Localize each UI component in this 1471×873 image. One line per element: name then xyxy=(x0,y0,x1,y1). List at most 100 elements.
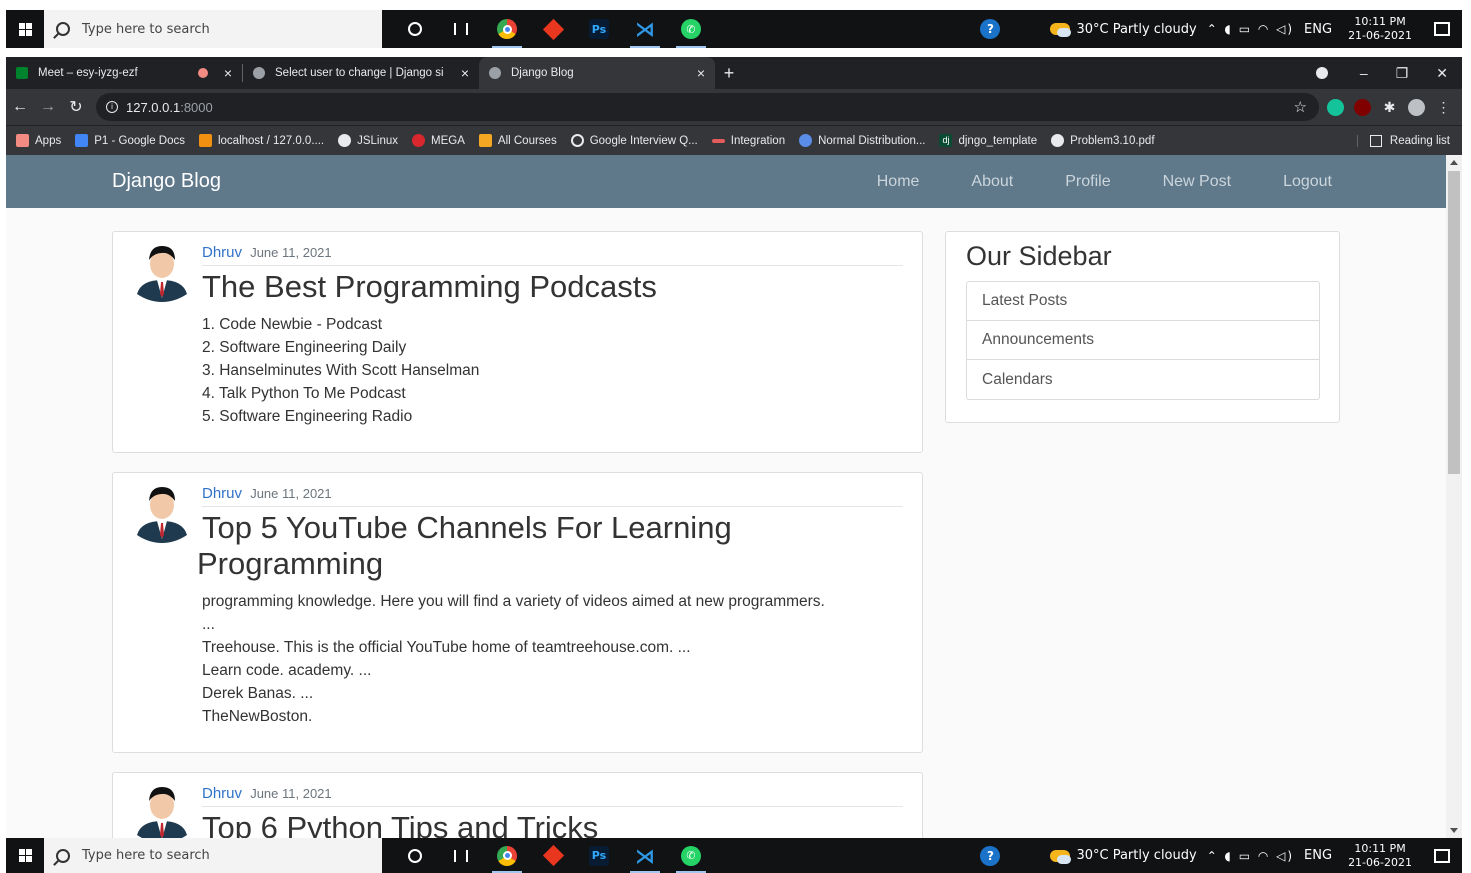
post-date: June 11, 2021 xyxy=(250,245,332,260)
whatsapp-taskbar-button[interactable]: ✆ xyxy=(668,838,714,873)
site-brand-link[interactable]: Django Blog xyxy=(112,170,221,193)
sidebar-item-announcements[interactable]: Announcements xyxy=(967,321,1319,360)
taskbar-search[interactable]: Type here to search xyxy=(44,838,382,873)
chrome-menu-icon[interactable]: ⋮ xyxy=(1435,98,1452,116)
post-meta: Dhruv June 11, 2021 xyxy=(202,785,903,807)
help-icon[interactable]: ? xyxy=(980,845,1001,866)
task-view-button[interactable] xyxy=(438,10,484,48)
clock-time: 10:11 PM xyxy=(1354,841,1406,855)
start-button[interactable] xyxy=(6,10,44,48)
git-taskbar-button[interactable] xyxy=(530,838,576,873)
reload-icon[interactable]: ↻ xyxy=(62,97,90,117)
extensions-puzzle-icon[interactable]: ✱ xyxy=(1381,98,1398,116)
tab-meet[interactable]: Meet – esy-iyzg-ezf × xyxy=(6,57,242,89)
taskbar-search[interactable]: Type here to search xyxy=(44,10,382,48)
bookmark-star-icon[interactable]: ☆ xyxy=(1294,98,1307,116)
page-scrollbar[interactable] xyxy=(1446,155,1462,838)
bookmark-normal-distribution[interactable]: Normal Distribution... xyxy=(799,134,925,147)
tab-label: Select user to change | Django si xyxy=(275,67,444,79)
cortana-button[interactable] xyxy=(392,10,438,48)
cortana-button[interactable] xyxy=(392,838,438,873)
close-tab-icon[interactable]: × xyxy=(461,65,469,81)
profile-avatar[interactable] xyxy=(1408,98,1425,116)
scroll-down-icon[interactable] xyxy=(1450,828,1458,833)
site-info-icon[interactable]: i xyxy=(106,101,118,113)
post-author-link[interactable]: Dhruv xyxy=(202,485,242,502)
cortana-icon xyxy=(408,848,422,863)
language-indicator[interactable]: ENG xyxy=(1304,848,1332,863)
start-button[interactable] xyxy=(6,838,44,873)
sidebar-item-calendars[interactable]: Calendars xyxy=(967,360,1319,399)
close-tab-icon[interactable]: × xyxy=(224,65,232,81)
bookmark-integration[interactable]: Integration xyxy=(711,134,786,147)
whatsapp-taskbar-button[interactable]: ✆ xyxy=(668,10,714,48)
photoshop-taskbar-button[interactable]: Ps xyxy=(576,838,622,873)
bookmark-django-template[interactable]: dj djngo_template xyxy=(939,134,1037,147)
post-title-link[interactable]: Top 5 YouTube Channels For Learning Prog… xyxy=(197,510,732,582)
nav-profile-link[interactable]: Profile xyxy=(1065,173,1110,191)
post-author-link[interactable]: Dhruv xyxy=(202,785,242,802)
post-title-link[interactable]: Top 6 Python Tips and Tricks xyxy=(202,810,598,838)
forward-icon[interactable]: → xyxy=(34,98,62,116)
scrollbar-thumb[interactable] xyxy=(1448,171,1460,474)
scroll-up-icon[interactable] xyxy=(1450,160,1458,165)
nav-home-link[interactable]: Home xyxy=(877,173,920,191)
nav-logout-link[interactable]: Logout xyxy=(1283,173,1332,191)
tab-django-admin[interactable]: Select user to change | Django si × xyxy=(243,57,479,89)
back-icon[interactable]: ← xyxy=(6,98,34,116)
nav-new-post-link[interactable]: New Post xyxy=(1163,173,1231,191)
notifications-icon[interactable] xyxy=(1434,848,1450,863)
bookmark-google-docs[interactable]: P1 - Google Docs xyxy=(75,134,185,147)
restore-icon[interactable]: ❐ xyxy=(1396,65,1409,82)
close-window-icon[interactable]: ✕ xyxy=(1436,65,1448,82)
bookmark-label: Integration xyxy=(730,134,786,147)
bookmark-interview[interactable]: Google Interview Q... xyxy=(570,134,698,147)
bookmark-label: MEGA xyxy=(431,134,465,147)
weather-widget[interactable]: 30°C Partly cloudy xyxy=(1050,848,1197,864)
photoshop-taskbar-button[interactable]: Ps xyxy=(576,10,622,48)
new-tab-button[interactable]: + xyxy=(715,57,743,89)
windows-icon xyxy=(18,849,32,862)
profile-menu-icon[interactable] xyxy=(1315,67,1328,79)
system-tray-icons[interactable]: ⌃ ◖ ▭ ◠ ◁) xyxy=(1207,849,1294,863)
help-icon[interactable]: ? xyxy=(980,19,1001,39)
reading-list-button[interactable]: Reading list xyxy=(1356,134,1462,147)
vscode-icon: ⋊ xyxy=(635,843,655,868)
sidebar: Our Sidebar Latest Posts Announcements C… xyxy=(945,231,1340,423)
clock[interactable]: 10:11 PM 21-06-2021 xyxy=(1348,15,1412,43)
system-tray-icons[interactable]: ⌃ ◖ ▭ ◠ ◁) xyxy=(1207,22,1294,36)
post-title-link[interactable]: The Best Programming Podcasts xyxy=(202,269,657,305)
url-input[interactable]: i 127.0.0.1 :8000 ☆ xyxy=(96,93,1319,121)
ublock-extension-icon[interactable] xyxy=(1354,98,1371,116)
post-author-link[interactable]: Dhruv xyxy=(202,244,242,261)
vscode-taskbar-button[interactable]: ⋊ xyxy=(622,10,668,48)
language-indicator[interactable]: ENG xyxy=(1304,22,1332,37)
weather-widget[interactable]: 30°C Partly cloudy xyxy=(1050,22,1197,37)
globe-icon xyxy=(489,67,501,79)
url-host: 127.0.0.1 xyxy=(126,99,181,115)
vscode-taskbar-button[interactable]: ⋊ xyxy=(622,838,668,873)
bookmark-apps[interactable]: Apps xyxy=(16,134,61,147)
bookmark-phpmyadmin[interactable]: localhost / 127.0.0.... xyxy=(198,134,324,147)
bookmark-mega[interactable]: MEGA xyxy=(412,134,465,147)
git-taskbar-button[interactable] xyxy=(530,10,576,48)
globe-icon xyxy=(1051,134,1065,147)
chrome-taskbar-button[interactable] xyxy=(484,10,530,48)
nav-about-link[interactable]: About xyxy=(971,173,1013,191)
bookmark-jslinux[interactable]: JSLinux xyxy=(338,134,398,147)
task-view-button[interactable] xyxy=(438,838,484,873)
bookmark-problem-pdf[interactable]: Problem3.10.pdf xyxy=(1051,134,1155,147)
post-line: 1. Code Newbie - Podcast xyxy=(202,316,383,333)
minimize-icon[interactable]: – xyxy=(1360,65,1368,81)
tab-django-blog[interactable]: Django Blog × xyxy=(479,57,715,89)
sidebar-item-latest-posts[interactable]: Latest Posts xyxy=(967,282,1319,321)
post-meta: Dhruv June 11, 2021 xyxy=(202,244,903,266)
close-tab-icon[interactable]: × xyxy=(697,65,705,81)
chrome-taskbar-button[interactable] xyxy=(484,838,530,873)
clock[interactable]: 10:11 PM 21-06-2021 xyxy=(1348,842,1412,870)
notifications-icon[interactable] xyxy=(1434,22,1450,36)
taskbar-search-placeholder: Type here to search xyxy=(82,848,210,863)
bookmark-all-courses[interactable]: All Courses xyxy=(478,134,557,147)
grammarly-extension-icon[interactable] xyxy=(1327,98,1344,116)
search-icon xyxy=(56,22,70,36)
